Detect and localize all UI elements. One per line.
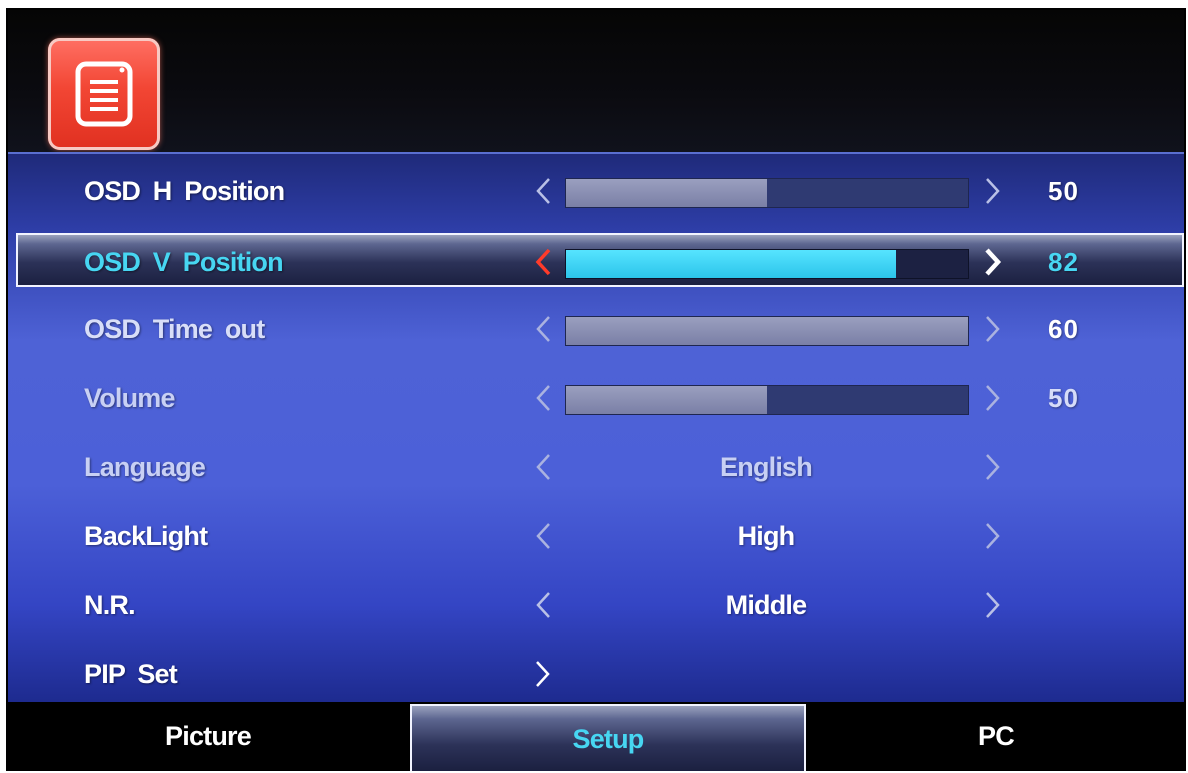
chevron-right-icon[interactable] bbox=[532, 647, 556, 701]
chevron-left-icon[interactable] bbox=[532, 578, 556, 632]
menu-item-language[interactable]: Language English bbox=[8, 440, 1184, 494]
slider-track[interactable] bbox=[565, 385, 969, 415]
menu-item-osd-v-position[interactable]: OSD V Position 82 bbox=[16, 233, 1184, 287]
chevron-right-icon[interactable] bbox=[982, 371, 1006, 425]
chevron-right-icon[interactable] bbox=[982, 302, 1006, 356]
slider-value: 82 bbox=[1048, 247, 1079, 277]
menu-item-noise-reduction[interactable]: N.R. Middle bbox=[8, 578, 1184, 632]
tab-picture[interactable]: Picture bbox=[8, 702, 408, 771]
menu-item-label: OSD Time out bbox=[84, 314, 265, 344]
menu-item-backlight[interactable]: BackLight High bbox=[8, 509, 1184, 563]
slider-fill bbox=[566, 179, 767, 207]
chevron-right-icon[interactable] bbox=[982, 578, 1006, 632]
slider-value: 50 bbox=[1048, 383, 1079, 413]
menu-item-label: OSD H Position bbox=[84, 176, 285, 206]
slider-track[interactable] bbox=[565, 178, 969, 208]
chevron-left-icon[interactable] bbox=[532, 440, 556, 494]
setup-menu-icon bbox=[48, 38, 160, 150]
chevron-left-icon[interactable] bbox=[532, 235, 556, 289]
menu-item-label: Language bbox=[84, 452, 206, 482]
slider-fill bbox=[566, 386, 767, 414]
chevron-left-icon[interactable] bbox=[532, 371, 556, 425]
menu-item-label: OSD V Position bbox=[84, 247, 284, 277]
chevron-left-icon[interactable] bbox=[532, 302, 556, 356]
menu-item-pip-set[interactable]: PIP Set bbox=[8, 647, 1184, 701]
chevron-right-icon[interactable] bbox=[982, 440, 1006, 494]
slider-fill bbox=[566, 250, 896, 278]
menu-item-osd-time-out[interactable]: OSD Time out 60 bbox=[8, 302, 1184, 356]
option-value: English bbox=[720, 452, 813, 482]
chevron-right-icon[interactable] bbox=[982, 164, 1006, 218]
menu-item-label: BackLight bbox=[84, 521, 208, 551]
tab-pc[interactable]: PC bbox=[808, 702, 1184, 771]
slider-value: 60 bbox=[1048, 314, 1079, 344]
option-value: Middle bbox=[725, 590, 808, 620]
tab-setup[interactable]: Setup bbox=[410, 704, 806, 771]
osd-header bbox=[8, 10, 1184, 152]
setup-menu-panel: OSD H Position 50 OSD V Position 82 OSD … bbox=[8, 152, 1184, 704]
slider-track[interactable] bbox=[565, 249, 969, 279]
option-value: High bbox=[737, 521, 796, 551]
chevron-left-icon[interactable] bbox=[532, 164, 556, 218]
menu-item-volume[interactable]: Volume 50 bbox=[8, 371, 1184, 425]
menu-tab-bar: Picture Setup PC bbox=[8, 702, 1184, 771]
menu-item-label: N.R. bbox=[84, 590, 136, 620]
slider-fill bbox=[566, 317, 968, 345]
menu-item-osd-h-position[interactable]: OSD H Position 50 bbox=[8, 164, 1184, 218]
slider-track[interactable] bbox=[565, 316, 969, 346]
chevron-right-icon[interactable] bbox=[982, 509, 1006, 563]
slider-value: 50 bbox=[1048, 176, 1079, 206]
chevron-left-icon[interactable] bbox=[532, 509, 556, 563]
menu-item-label: Volume bbox=[84, 383, 176, 413]
menu-item-label: PIP Set bbox=[84, 659, 178, 689]
chevron-right-icon[interactable] bbox=[982, 235, 1006, 289]
